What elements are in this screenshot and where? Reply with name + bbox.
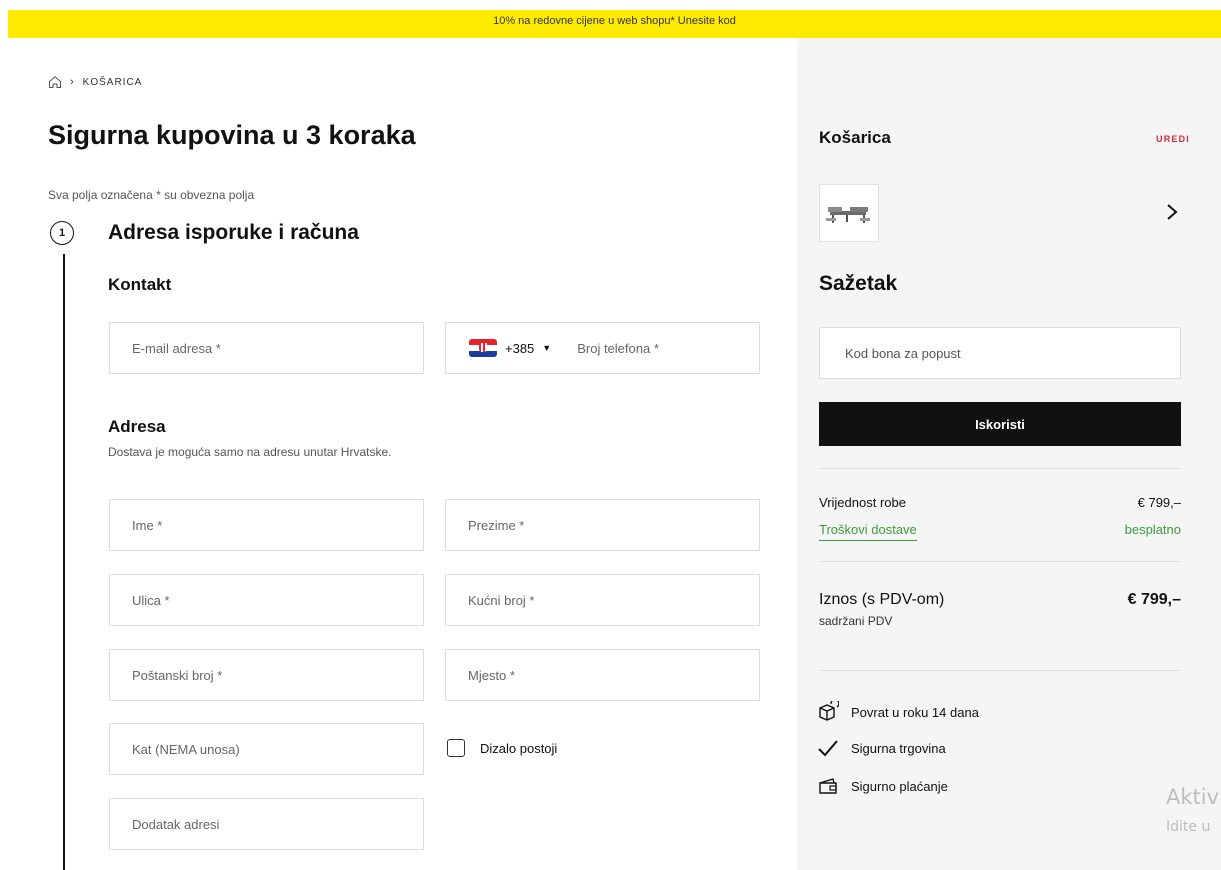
street-input[interactable] bbox=[110, 575, 423, 625]
step-progress-line bbox=[63, 254, 65, 870]
apply-voucher-button[interactable]: Iskoristi bbox=[819, 402, 1181, 446]
breadcrumb: › KOŠARICA bbox=[48, 75, 142, 89]
summary-divider bbox=[819, 670, 1181, 671]
promo-banner: 10% na redovne cijene u web shopu* Unesi… bbox=[8, 10, 1221, 38]
voucher-input[interactable] bbox=[820, 328, 1180, 378]
email-input[interactable] bbox=[110, 323, 423, 373]
shipping-cost-value: besplatno bbox=[1124, 522, 1181, 537]
first-name-input[interactable] bbox=[110, 500, 423, 550]
benefit-secure-payment: Sigurno plaćanje bbox=[817, 775, 948, 797]
first-name-field bbox=[109, 499, 424, 551]
step-title: Adresa isporuke i računa bbox=[108, 221, 359, 244]
address-extra-field bbox=[109, 798, 424, 850]
house-number-field bbox=[445, 574, 760, 626]
goods-value-label: Vrijednost robe bbox=[819, 495, 906, 510]
address-section-title: Adresa bbox=[108, 417, 166, 436]
checkmark-icon bbox=[818, 740, 838, 757]
elevator-option: Dizalo postoji bbox=[447, 739, 557, 757]
country-code-select[interactable]: +385 ▼ bbox=[505, 341, 551, 356]
summary-divider bbox=[819, 468, 1181, 469]
elevator-checkbox[interactable] bbox=[447, 739, 465, 757]
address-section-subtitle: Dostava je moguća samo na adresu unutar … bbox=[108, 445, 392, 459]
breadcrumb-current: KOŠARICA bbox=[82, 76, 143, 88]
contact-section-title: Kontakt bbox=[108, 275, 172, 294]
promo-text[interactable]: 10% na redovne cijene u web shopu* Unesi… bbox=[493, 15, 736, 27]
city-field bbox=[445, 649, 760, 701]
benefit-secure-shop-label: Sigurna trgovina bbox=[851, 740, 946, 756]
benefit-return: Povrat u roku 14 dana bbox=[817, 701, 979, 723]
edit-cart-link[interactable]: UREDI bbox=[1156, 134, 1190, 144]
last-name-field bbox=[445, 499, 760, 551]
cart-item-thumbnail[interactable] bbox=[819, 184, 879, 242]
return-box-icon bbox=[819, 701, 839, 721]
total-label: Iznos (s PDV-om) bbox=[819, 591, 945, 608]
floor-field bbox=[109, 723, 424, 775]
shipping-cost-link[interactable]: Troškovi dostave bbox=[819, 522, 917, 541]
phone-field: +385 ▼ bbox=[445, 322, 760, 374]
benefit-return-label: Povrat u roku 14 dana bbox=[851, 704, 979, 720]
activation-watermark-subtitle: Idite u bbox=[1166, 819, 1211, 835]
shipping-cost-row: Troškovi dostave bbox=[819, 522, 917, 541]
step-number-badge: 1 bbox=[50, 221, 74, 245]
street-field bbox=[109, 574, 424, 626]
address-extra-input[interactable] bbox=[110, 799, 423, 849]
breadcrumb-separator: › bbox=[70, 76, 75, 88]
activation-watermark-title: Aktiv bbox=[1166, 785, 1220, 809]
benefit-secure-shop: Sigurna trgovina bbox=[817, 737, 946, 759]
house-number-input[interactable] bbox=[446, 575, 759, 625]
goods-value-amount: € 799,– bbox=[1137, 495, 1181, 510]
email-field bbox=[109, 322, 424, 374]
vat-included-note: sadržani PDV bbox=[819, 614, 893, 628]
wallet-icon bbox=[819, 778, 837, 794]
home-icon[interactable] bbox=[48, 75, 62, 89]
summary-divider bbox=[819, 561, 1181, 562]
croatia-flag-icon bbox=[469, 339, 497, 357]
cart-title: Košarica bbox=[819, 128, 891, 147]
benefit-secure-payment-label: Sigurno plaćanje bbox=[851, 778, 948, 794]
country-code-value: +385 bbox=[505, 340, 535, 356]
phone-input[interactable] bbox=[551, 323, 759, 373]
total-amount: € 799,– bbox=[1127, 591, 1181, 608]
summary-title: Sažetak bbox=[819, 272, 898, 295]
page-title: Sigurna kupovina u 3 koraka bbox=[48, 120, 416, 150]
last-name-input[interactable] bbox=[446, 500, 759, 550]
chevron-right-icon[interactable] bbox=[1165, 202, 1179, 222]
voucher-field bbox=[819, 327, 1181, 379]
required-fields-note: Sva polja označena * su obvezna polja bbox=[48, 188, 255, 202]
caret-down-icon: ▼ bbox=[542, 343, 552, 353]
garden-furniture-product-image bbox=[826, 207, 870, 223]
city-input[interactable] bbox=[446, 650, 759, 700]
elevator-label: Dizalo postoji bbox=[480, 740, 558, 756]
floor-input[interactable] bbox=[110, 724, 423, 774]
postal-code-input[interactable] bbox=[110, 650, 423, 700]
postal-code-field bbox=[109, 649, 424, 701]
